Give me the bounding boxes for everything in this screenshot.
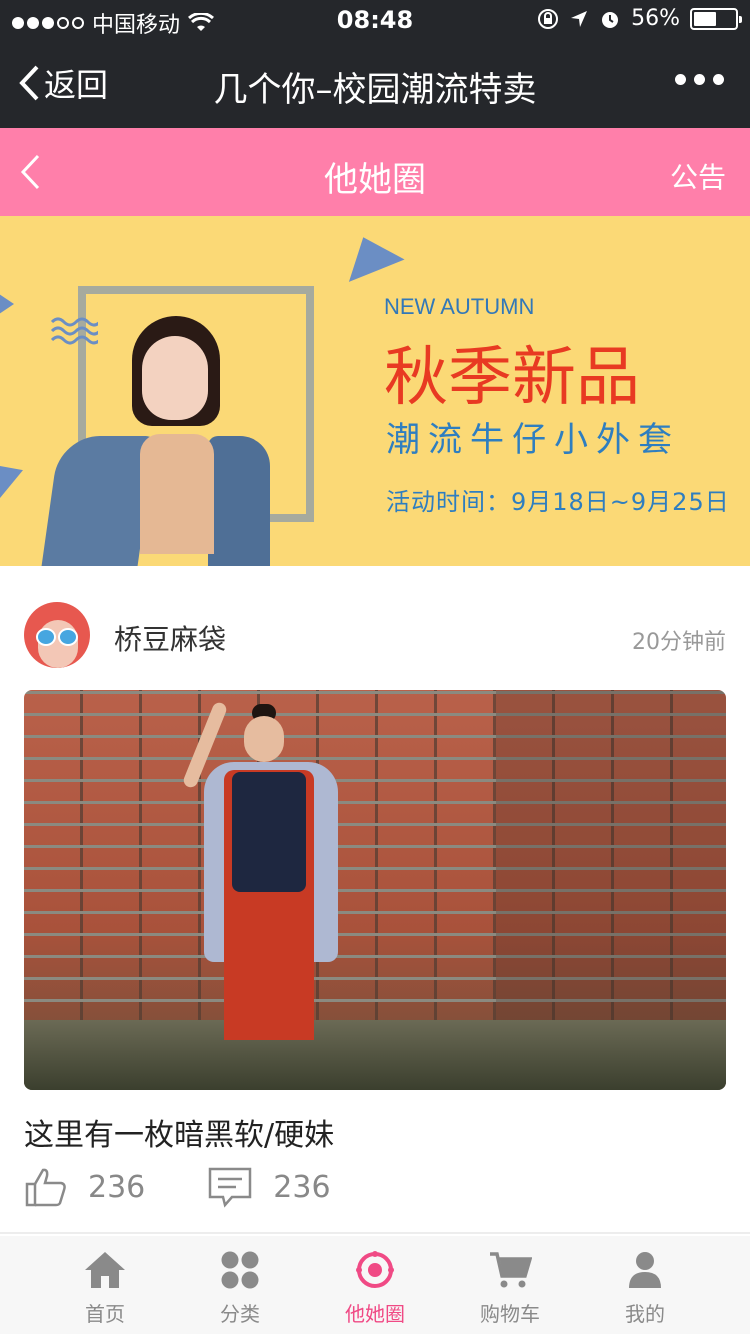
thumbs-up-icon [25,1168,66,1207]
post-username[interactable]: 桥豆麻袋 [114,618,226,658]
tab-home[interactable]: 首页 [38,1236,173,1334]
battery-percent: 56% [631,6,680,31]
avatar[interactable] [24,602,90,668]
tab-label: 分类 [220,1302,260,1326]
cart-icon [490,1252,532,1288]
wechat-nav-bar: 返回 几个你–校园潮流特卖 [0,40,750,128]
status-bar: 中国移动 08:48 56% [0,0,750,40]
tab-label: 他她圈 [345,1302,405,1326]
banner-en-title: NEW AUTUMN [384,294,535,319]
status-right: 56% [537,6,742,31]
post-photo[interactable] [24,690,726,1090]
decor-triangle [335,226,405,282]
tab-label: 我的 [625,1302,665,1326]
tab-label: 首页 [85,1302,125,1326]
comment-count: 236 [273,1169,331,1205]
battery-icon [690,7,742,30]
post-stats: 236 236 [24,1166,393,1208]
alarm-icon [602,11,619,28]
post-time: 20分钟前 [632,630,726,655]
tab-circle[interactable]: 他她圈 [308,1236,443,1334]
tab-label: 购物车 [480,1302,540,1326]
like-button[interactable]: 236 [24,1166,145,1208]
bottom-tab-bar: 首页 分类 他她圈 购物车 我的 [0,1236,750,1334]
notice-button[interactable]: 公告 [670,156,726,196]
banner-subtitle: 潮流牛仔小外套 [386,420,680,460]
comment-icon [209,1167,252,1208]
section-title: 他她圈 [324,160,426,200]
system-header: 中国移动 08:48 56% 返回 几个你–校园潮流特卖 [0,0,750,128]
post-title[interactable]: 这里有一枚暗黑软/硬妹 [24,1110,334,1154]
banner-date: 活动时间：9月18日~9月25日 [386,488,730,516]
like-count: 236 [88,1169,146,1205]
circle-icon [356,1251,394,1288]
page-title: 几个你–校园潮流特卖 [213,70,537,110]
banner-cn-title: 秋季新品 [384,341,640,415]
tab-cart[interactable]: 购物车 [443,1236,578,1334]
decor-triangle [0,288,14,320]
home-icon [85,1252,125,1288]
rotation-lock-icon [538,8,559,29]
promo-banner[interactable]: NEW AUTUMN 秋季新品 潮流牛仔小外套 活动时间：9月18日~9月25日 [0,216,750,566]
category-icon [221,1251,259,1289]
tab-category[interactable]: 分类 [173,1236,308,1334]
decor-triangle [0,451,30,501]
section-header: 他她圈 公告 [0,128,750,216]
comment-button[interactable]: 236 [207,1166,331,1208]
location-icon [571,10,588,27]
tabbar-divider [0,1232,750,1234]
tab-me[interactable]: 我的 [578,1236,713,1334]
more-button[interactable] [675,74,724,85]
user-icon [629,1252,661,1288]
banner-model-image [40,316,270,566]
